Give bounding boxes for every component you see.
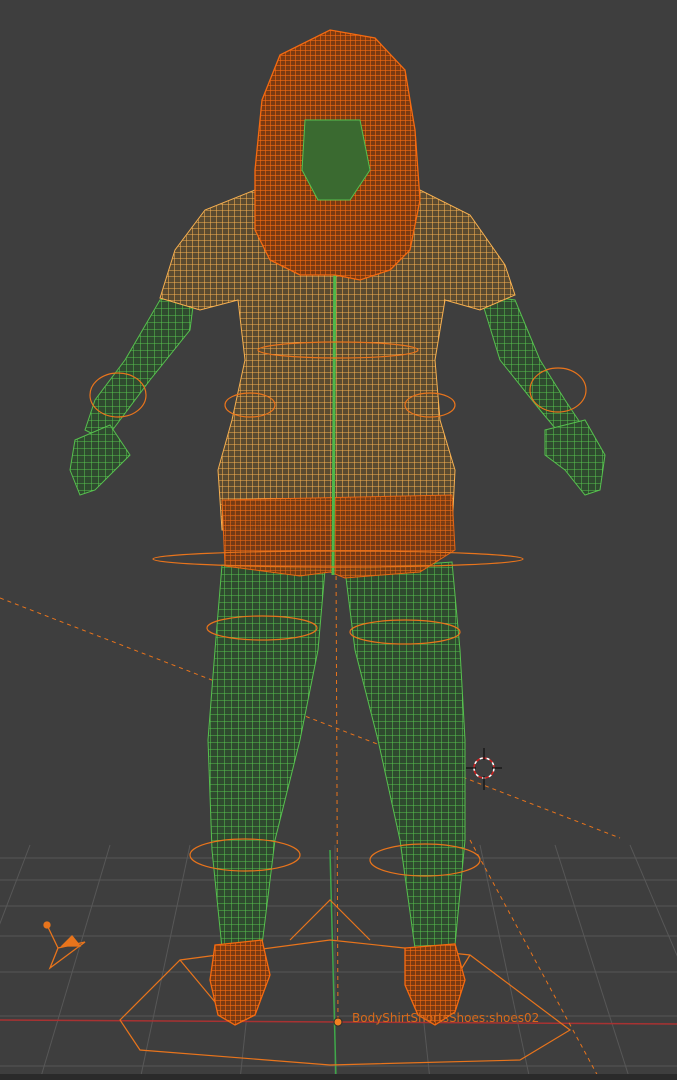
3d-viewport[interactable]: BodyShirtShortsShoes:shoes02 [0, 0, 677, 1080]
3d-cursor-icon[interactable] [466, 748, 502, 790]
object-origin-dot[interactable] [333, 1017, 343, 1027]
viewport-canvas[interactable] [0, 0, 677, 1080]
hair-wireframe [254, 29, 421, 281]
selected-object-label: BodyShirtShortsShoes:shoes02 [352, 1011, 540, 1025]
bottom-edge-strip [0, 1074, 677, 1080]
armature-base [119, 899, 572, 1066]
floor-grid [0, 844, 677, 1080]
camera-icon[interactable] [43, 921, 86, 970]
shorts-wireframe [221, 494, 456, 579]
spine-line [331, 229, 337, 576]
